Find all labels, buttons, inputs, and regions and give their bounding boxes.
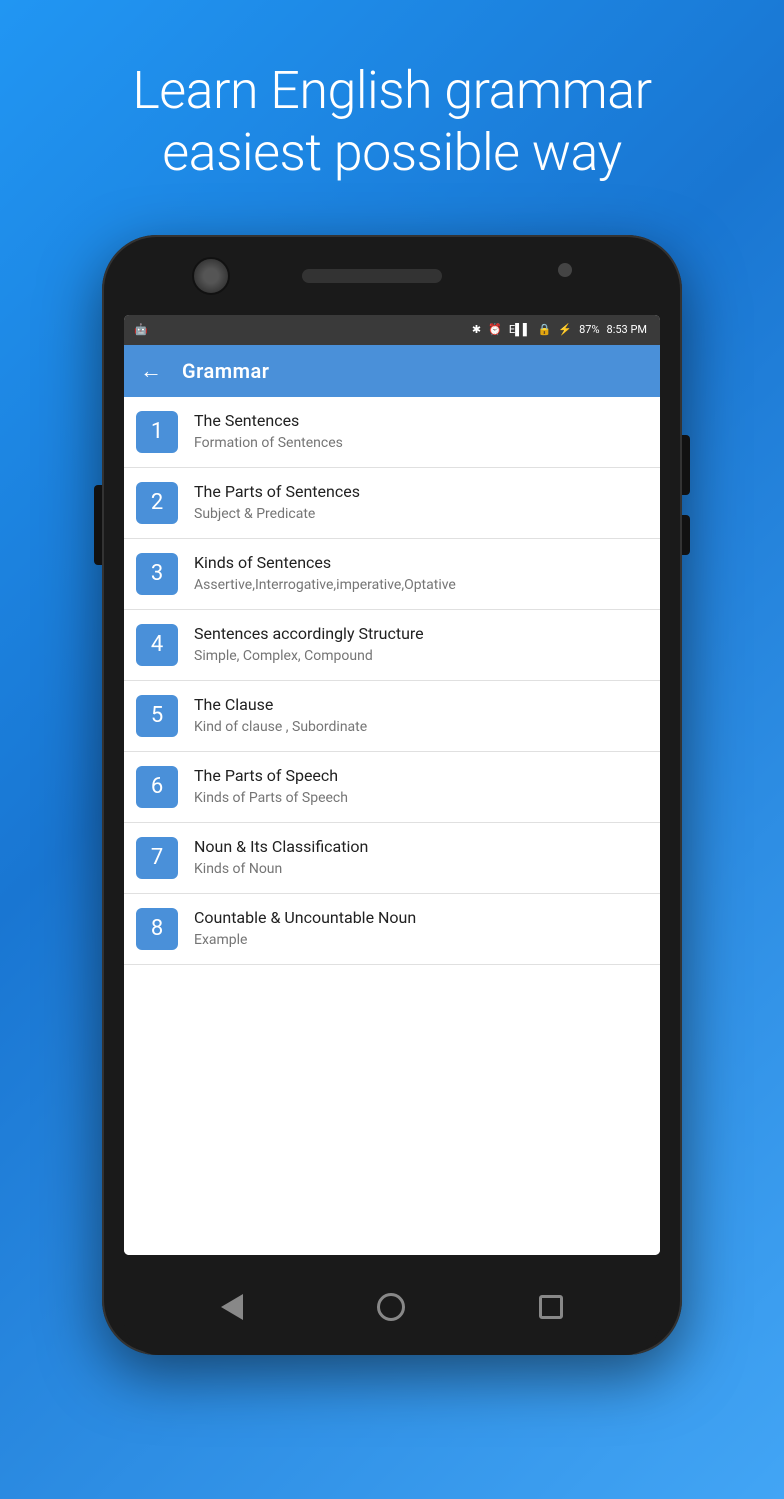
home-nav-button[interactable] xyxy=(377,1293,405,1321)
hero-line2: easiest possible way xyxy=(162,122,621,183)
item-number-4: 4 xyxy=(136,624,178,666)
item-subtitle-4: Simple, Complex, Compound xyxy=(194,647,424,665)
back-nav-button[interactable] xyxy=(221,1294,243,1320)
item-text-5: The Clause Kind of clause , Subordinate xyxy=(194,695,367,736)
signal-icon: E▌▌ xyxy=(509,323,531,336)
list-item[interactable]: 6 The Parts of Speech Kinds of Parts of … xyxy=(124,752,660,823)
item-text-8: Countable & Uncountable Noun Example xyxy=(194,908,416,949)
item-subtitle-1: Formation of Sentences xyxy=(194,434,343,452)
phone-cam-small xyxy=(558,263,572,277)
back-button[interactable]: ← xyxy=(140,358,162,384)
item-text-4: Sentences accordingly Structure Simple, … xyxy=(194,624,424,665)
item-subtitle-3: Assertive,Interrogative,imperative,Optat… xyxy=(194,576,456,594)
battery-percent: 87% xyxy=(579,323,599,336)
item-number-7: 7 xyxy=(136,837,178,879)
list-item[interactable]: 5 The Clause Kind of clause , Subordinat… xyxy=(124,681,660,752)
item-title-7: Noun & Its Classification xyxy=(194,837,368,858)
bluetooth-icon: ✱ xyxy=(472,323,481,336)
side-button-power xyxy=(682,435,690,495)
lock-icon: 🔒 xyxy=(538,323,552,336)
side-button-power2 xyxy=(682,515,690,555)
list-container: 1 The Sentences Formation of Sentences 2… xyxy=(124,397,660,1255)
item-title-5: The Clause xyxy=(194,695,367,716)
recents-nav-button[interactable] xyxy=(539,1295,563,1319)
status-bar: 🤖 ✱ ⏰ E▌▌ 🔒 ⚡ 87% 8:53 PM xyxy=(124,315,660,345)
alarm-icon: ⏰ xyxy=(488,323,502,336)
list-item[interactable]: 1 The Sentences Formation of Sentences xyxy=(124,397,660,468)
list-item[interactable]: 2 The Parts of Sentences Subject & Predi… xyxy=(124,468,660,539)
item-subtitle-5: Kind of clause , Subordinate xyxy=(194,718,367,736)
item-number-2: 2 xyxy=(136,482,178,524)
side-button-volume xyxy=(94,485,102,565)
item-number-8: 8 xyxy=(136,908,178,950)
hero-section: Learn English grammar easiest possible w… xyxy=(92,0,691,225)
circle-icon xyxy=(377,1293,405,1321)
item-text-7: Noun & Its Classification Kinds of Noun xyxy=(194,837,368,878)
item-subtitle-8: Example xyxy=(194,931,416,949)
triangle-icon xyxy=(221,1294,243,1320)
app-title: Grammar xyxy=(182,359,269,383)
phone-speaker xyxy=(302,269,442,283)
item-title-3: Kinds of Sentences xyxy=(194,553,456,574)
status-right: ✱ ⏰ E▌▌ 🔒 ⚡ 87% 8:53 PM xyxy=(472,323,650,336)
battery-icon: ⚡ xyxy=(558,323,572,336)
item-subtitle-7: Kinds of Noun xyxy=(194,860,368,878)
item-text-3: Kinds of Sentences Assertive,Interrogati… xyxy=(194,553,456,594)
item-number-5: 5 xyxy=(136,695,178,737)
time-display: 8:53 PM xyxy=(607,323,647,336)
item-subtitle-2: Subject & Predicate xyxy=(194,505,360,523)
phone-bottom-bar xyxy=(124,1260,660,1355)
item-number-6: 6 xyxy=(136,766,178,808)
item-number-3: 3 xyxy=(136,553,178,595)
item-title-1: The Sentences xyxy=(194,411,343,432)
hero-line1: Learn English grammar xyxy=(132,60,651,121)
list-item[interactable]: 4 Sentences accordingly Structure Simple… xyxy=(124,610,660,681)
phone-screen: 🤖 ✱ ⏰ E▌▌ 🔒 ⚡ 87% 8:53 PM ← Grammar 1 xyxy=(124,315,660,1255)
phone-camera xyxy=(192,257,230,295)
item-text-1: The Sentences Formation of Sentences xyxy=(194,411,343,452)
list-item[interactable]: 8 Countable & Uncountable Noun Example xyxy=(124,894,660,965)
list-item[interactable]: 3 Kinds of Sentences Assertive,Interroga… xyxy=(124,539,660,610)
item-text-2: The Parts of Sentences Subject & Predica… xyxy=(194,482,360,523)
item-title-2: The Parts of Sentences xyxy=(194,482,360,503)
item-number-1: 1 xyxy=(136,411,178,453)
status-left: 🤖 xyxy=(134,323,148,336)
item-title-6: The Parts of Speech xyxy=(194,766,348,787)
list-item[interactable]: 7 Noun & Its Classification Kinds of Nou… xyxy=(124,823,660,894)
item-title-4: Sentences accordingly Structure xyxy=(194,624,424,645)
item-subtitle-6: Kinds of Parts of Speech xyxy=(194,789,348,807)
app-bar: ← Grammar xyxy=(124,345,660,397)
android-icon: 🤖 xyxy=(134,323,148,336)
square-icon xyxy=(539,1295,563,1319)
item-text-6: The Parts of Speech Kinds of Parts of Sp… xyxy=(194,766,348,807)
phone-wrapper: 🤖 ✱ ⏰ E▌▌ 🔒 ⚡ 87% 8:53 PM ← Grammar 1 xyxy=(102,235,682,1355)
item-title-8: Countable & Uncountable Noun xyxy=(194,908,416,929)
